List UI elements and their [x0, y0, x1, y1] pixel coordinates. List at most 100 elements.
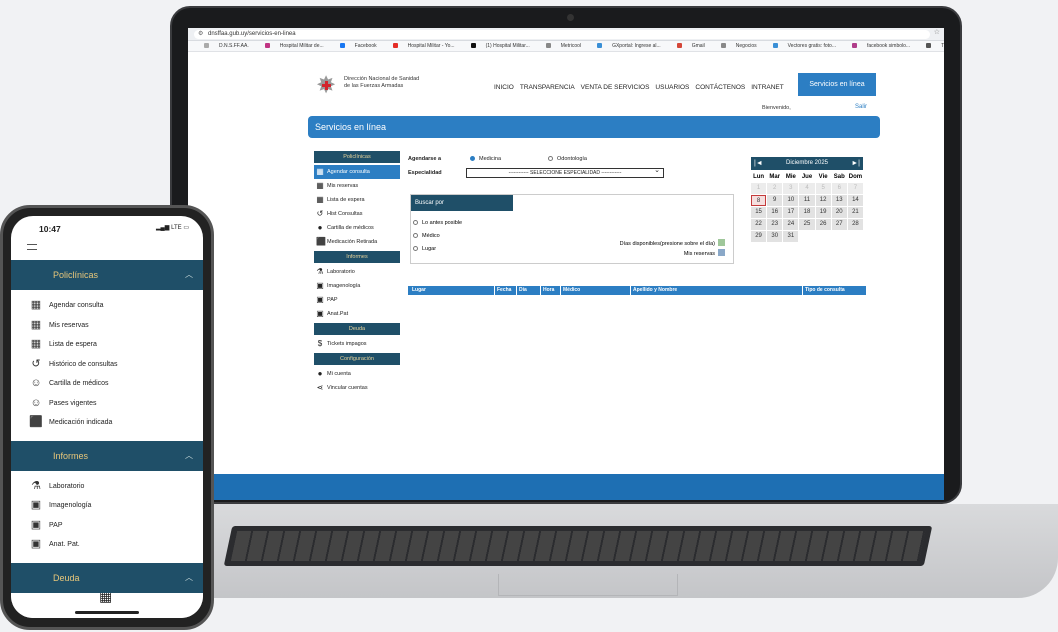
phone-section-header[interactable]: Policlínicas ︿ [11, 260, 203, 290]
chevron-up-icon[interactable]: ︿ [185, 563, 193, 593]
nav-item-intranet[interactable]: INTRANET [751, 84, 784, 91]
search-option[interactable]: Lugar [413, 243, 462, 256]
radio-odontologia[interactable] [548, 156, 553, 161]
sidebar-section-header[interactable]: Informes [314, 251, 400, 263]
calendar-day[interactable]: 31 [783, 231, 799, 242]
sidebar-item[interactable]: ⚗ Laboratorio [314, 265, 400, 279]
search-option-radio[interactable] [413, 233, 418, 238]
logout-link[interactable]: Salir [855, 104, 867, 110]
phone-menu-item[interactable]: ▣ PAP [11, 516, 203, 536]
phone-menu-item[interactable]: ▦ Mis reservas [11, 316, 203, 336]
phone-menu-item[interactable]: ▣ Anat. Pat. [11, 535, 203, 555]
sidebar-item[interactable]: ▣ PAP [314, 293, 400, 307]
bookmark-item[interactable]: (1) Hospital Militar... [463, 41, 530, 51]
sidebar-item[interactable]: ▦ Mis reservas [314, 179, 400, 193]
radio-medicina[interactable] [470, 156, 475, 161]
sidebar-item[interactable]: ⬛ Medicación Retirada [314, 235, 400, 249]
sidebar-item[interactable]: ▦ Agendar consulta [314, 165, 400, 179]
calendar-day[interactable]: 6 [831, 183, 847, 194]
bookmark-item[interactable]: Hospital Militar de... [257, 41, 324, 51]
phone-section-header[interactable]: Informes ︿ [11, 440, 203, 471]
phone-menu-item[interactable]: ▣ Imagenología [11, 496, 203, 516]
nav-item-usuarios[interactable]: USUARIOS [655, 84, 689, 91]
calendar-day[interactable]: 22 [751, 219, 767, 230]
calendar-day[interactable]: 18 [799, 207, 815, 218]
nav-item-transparencia[interactable]: TRANSPARENCIA [520, 84, 575, 91]
calendar-day[interactable]: 1 [751, 183, 767, 194]
phone-menu-item[interactable]: ▦ Lista de espera [11, 335, 203, 355]
phone-section-header[interactable]: Deuda ︿ [11, 562, 203, 593]
nav-item-cont-ctenos[interactable]: CONTÁCTENOS [695, 84, 745, 91]
sidebar-section-header[interactable]: Deuda [314, 323, 400, 335]
bookmark-item[interactable]: Negocios [713, 41, 757, 51]
option-medicina[interactable]: Medicina [470, 156, 530, 162]
calendar-day[interactable]: 29 [751, 231, 767, 242]
calendar-day[interactable]: 16 [767, 207, 783, 218]
bookmark-item[interactable]: GXportal: Ingrese al... [589, 41, 661, 51]
phone-menu-item[interactable]: ☺ Pases vigentes [11, 394, 203, 414]
calendar-day[interactable]: 27 [831, 219, 847, 230]
site-info-icon[interactable]: ⚙ [198, 30, 203, 39]
calendar-day[interactable]: 14 [847, 195, 863, 206]
chevron-up-icon[interactable]: ︿ [185, 441, 193, 471]
calendar-day[interactable]: 10 [783, 195, 799, 206]
search-option[interactable]: Médico [413, 230, 462, 243]
calendar-day[interactable]: 15 [751, 207, 767, 218]
calendar-day[interactable]: 30 [767, 231, 783, 242]
calendar-day[interactable]: 2 [767, 183, 783, 194]
sidebar-section-header[interactable]: Configuración [314, 353, 400, 365]
sidebar-item[interactable]: ● Mi cuenta [314, 367, 400, 381]
nav-item-inicio[interactable]: INICIO [494, 84, 514, 91]
calendar-day[interactable]: 21 [847, 207, 863, 218]
phone-menu-item[interactable]: ⬛ Medicación indicada [11, 413, 203, 433]
calendar-day[interactable]: 5 [815, 183, 831, 194]
search-option-radio[interactable] [413, 220, 418, 225]
bookmark-item[interactable]: Metricool [538, 41, 581, 51]
sidebar-section-header[interactable]: Policlínicas [314, 151, 400, 163]
calendar-day[interactable]: 23 [767, 219, 783, 230]
phone-menu-item[interactable]: ☺ Cartilla de médicos [11, 374, 203, 394]
chevron-up-icon[interactable]: ︿ [185, 260, 193, 290]
services-online-button[interactable]: Servicios en línea [798, 73, 876, 96]
sidebar-item[interactable]: ▣ Anat.Pat [314, 307, 400, 321]
bookmark-star-icon[interactable]: ☆ [934, 28, 940, 36]
calendar-day[interactable]: 9 [767, 195, 783, 206]
calendar-day[interactable]: 13 [831, 195, 847, 206]
calendar-day[interactable]: 24 [783, 219, 799, 230]
bookmark-item[interactable]: D.N.S.FF.AA. [196, 41, 249, 51]
calendar-day[interactable]: 25 [799, 219, 815, 230]
phone-menu-item[interactable]: ↺ Histórico de consultas [11, 355, 203, 375]
calendar-day[interactable]: 7 [847, 183, 863, 194]
calendar-prev-button[interactable]: |◄ [754, 157, 763, 170]
sidebar-item[interactable]: ▦ Lista de espera [314, 193, 400, 207]
phone-menu-item[interactable]: ▦ Agendar consulta [11, 296, 203, 316]
phone-menu-item[interactable]: ⚗ Laboratorio [11, 477, 203, 497]
calendar-day[interactable]: 12 [815, 195, 831, 206]
calendar-next-button[interactable]: ►| [851, 157, 860, 170]
calendar-day[interactable]: 17 [783, 207, 799, 218]
bookmark-item[interactable]: Facebook [332, 41, 377, 51]
calendar-day[interactable]: 3 [783, 183, 799, 194]
bookmark-item[interactable]: Hospital Militar - Yo... [385, 41, 455, 51]
bookmark-item[interactable]: Gmail [669, 41, 705, 51]
calendar-day[interactable]: 26 [815, 219, 831, 230]
calendar-day[interactable]: 20 [831, 207, 847, 218]
calendar-day[interactable]: 4 [799, 183, 815, 194]
sidebar-item[interactable]: ⋖ Vincular cuentas [314, 381, 400, 395]
search-option-radio[interactable] [413, 246, 418, 251]
option-odontologia[interactable]: Odontología [548, 156, 587, 162]
calendar-day[interactable]: 11 [799, 195, 815, 206]
bookmark-item[interactable]: Trabajar con Tareas [918, 41, 944, 51]
calendar-day[interactable]: 19 [815, 207, 831, 218]
calendar-day[interactable]: 8 [751, 195, 767, 206]
address-bar[interactable]: ⚙ dnsffaa.gub.uy/servicios-en-linea [194, 30, 930, 39]
hamburger-menu-icon[interactable] [27, 244, 37, 250]
calendar-day[interactable]: 28 [847, 219, 863, 230]
sidebar-item[interactable]: ● Cartilla de médicos [314, 221, 400, 235]
sidebar-item[interactable]: ▣ Imagenología [314, 279, 400, 293]
site-logo-text[interactable]: Dirección Nacional de Sanidad de las Fue… [344, 76, 454, 90]
bookmark-item[interactable]: Vectores gratis: foto... [765, 41, 836, 51]
search-option[interactable]: Lo antes posible [413, 217, 462, 230]
sidebar-item[interactable]: $ Tickets impagos [314, 337, 400, 351]
bookmark-item[interactable]: facebook simbolo... [844, 41, 910, 51]
